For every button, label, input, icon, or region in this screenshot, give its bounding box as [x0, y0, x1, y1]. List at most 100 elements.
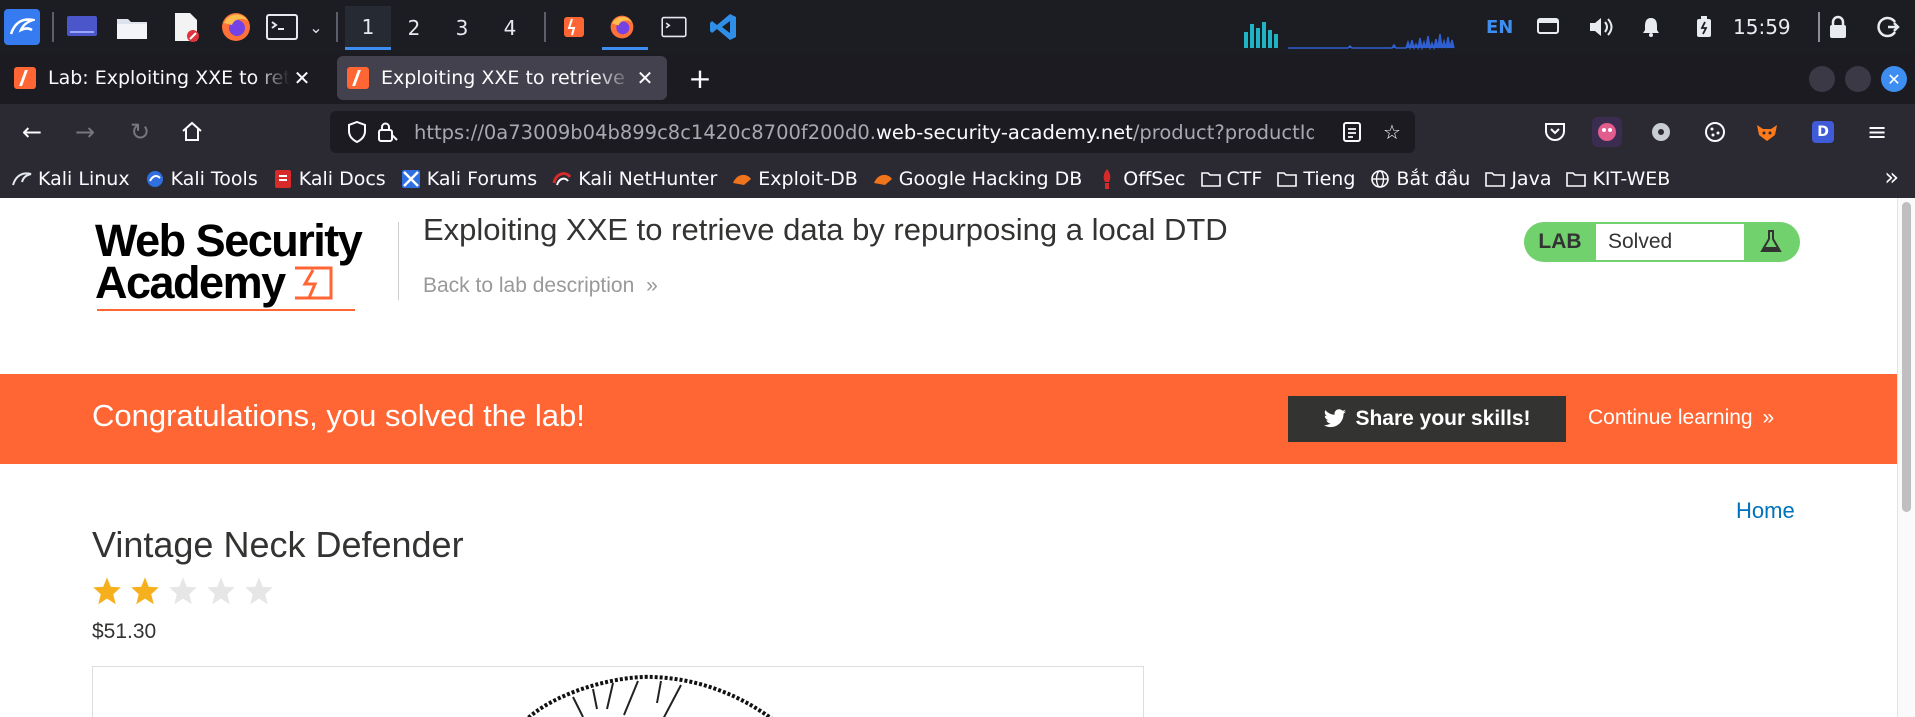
- bookmark-offsec[interactable]: OffSec: [1097, 168, 1186, 190]
- logout-icon[interactable]: [1876, 9, 1900, 45]
- cpu-graph: [1242, 18, 1282, 48]
- tab-lab-description[interactable]: Lab: Exploiting XXE to retrieve data by …: [4, 56, 324, 100]
- folder-icon: [114, 9, 150, 45]
- lab-status-text: Solved: [1596, 224, 1744, 260]
- bookmark-b-t-u[interactable]: Bắt đầu: [1370, 168, 1470, 190]
- text-editor-button[interactable]: [168, 9, 204, 45]
- pocket-icon[interactable]: [1540, 117, 1570, 147]
- bookmarks-overflow-icon[interactable]: »: [1884, 163, 1899, 191]
- keyboard-layout-indicator[interactable]: EN: [1486, 9, 1513, 45]
- url-domain: web-security-academy.net: [875, 120, 1133, 144]
- taskbar-firefox-window[interactable]: [604, 9, 640, 45]
- tab-product-page[interactable]: Exploiting XXE to retrieve data by repur…: [337, 56, 667, 100]
- reader-view-icon[interactable]: [1337, 117, 1367, 147]
- bookmark-kali-nethunter[interactable]: Kali NetHunter: [552, 168, 717, 190]
- extension-d-icon[interactable]: D: [1808, 117, 1838, 147]
- display-settings-icon[interactable]: [1536, 9, 1560, 45]
- site-lock-icon[interactable]: [372, 117, 402, 147]
- show-desktop-button[interactable]: [64, 9, 100, 45]
- bookmark-kali-docs[interactable]: Kali Docs: [273, 168, 386, 190]
- bookmark-label: Kali Docs: [298, 168, 386, 190]
- extension-hacktools-icon[interactable]: [1592, 117, 1622, 147]
- tracking-protection-shield-icon[interactable]: [342, 117, 372, 147]
- reload-button[interactable]: ↻: [122, 114, 158, 150]
- volume-icon[interactable]: [1588, 9, 1614, 45]
- workspace-1[interactable]: 1: [345, 6, 391, 50]
- offsec-icon: [1097, 169, 1117, 189]
- star-empty-icon: [245, 577, 273, 605]
- bookmark-kit-web[interactable]: KIT-WEB: [1566, 168, 1670, 190]
- forward-button[interactable]: →: [67, 114, 103, 150]
- bookmarks-toolbar: Kali Linux Kali Tools Kali Docs Kali Forums…: [0, 160, 1915, 198]
- continue-learning-link[interactable]: Continue learning »: [1588, 406, 1774, 430]
- double-chevron-right-icon: »: [646, 274, 658, 297]
- burp-icon: [556, 9, 592, 45]
- cookie-editor-icon[interactable]: [1700, 117, 1730, 147]
- bookmark-kali-forums[interactable]: Kali Forums: [401, 168, 537, 190]
- globe-icon: [1370, 169, 1390, 189]
- bookmark-label: CTF: [1226, 168, 1263, 190]
- page-scrollbar[interactable]: [1897, 198, 1915, 717]
- header-divider: [398, 222, 399, 300]
- bookmark-tieng[interactable]: Tieng: [1277, 168, 1355, 190]
- chevron-down-icon[interactable]: ⌄: [306, 9, 326, 45]
- bookmark-kali-linux[interactable]: Kali Linux: [12, 168, 130, 190]
- bookmark-google-hacking-db[interactable]: Google Hacking DB: [873, 168, 1082, 190]
- lab-status-widget: LAB Solved: [1524, 222, 1800, 262]
- logo-text-line1: Web Security: [95, 215, 363, 266]
- bookmark-java[interactable]: Java: [1485, 168, 1551, 190]
- taskbar-burp-window[interactable]: [556, 9, 592, 45]
- lock-screen-icon[interactable]: [1827, 9, 1849, 45]
- home-link[interactable]: Home: [1736, 498, 1795, 524]
- scrollbar-thumb[interactable]: [1902, 202, 1911, 512]
- battery-icon[interactable]: [1696, 9, 1712, 45]
- window-controls: ✕: [1809, 66, 1907, 92]
- star-filled-icon: [131, 577, 159, 605]
- close-tab-icon[interactable]: ✕: [290, 66, 314, 90]
- panel-clock[interactable]: 15:59: [1733, 9, 1791, 45]
- address-bar[interactable]: https://0a73009b04b899c8c1420c8700f200d0…: [330, 111, 1415, 153]
- bookmark-label: Bắt đầu: [1396, 168, 1471, 190]
- workspace-4[interactable]: 4: [487, 6, 533, 50]
- bookmark-kali-tools[interactable]: Kali Tools: [145, 168, 258, 190]
- exploit-db-icon: [732, 169, 752, 189]
- foxyproxy-icon[interactable]: [1752, 117, 1782, 147]
- taskbar-terminal-window[interactable]: [656, 9, 692, 45]
- minimize-button[interactable]: [1809, 66, 1835, 92]
- workspace-3[interactable]: 3: [439, 6, 485, 50]
- new-tab-button[interactable]: +: [685, 58, 715, 98]
- star-filled-icon: [93, 577, 121, 605]
- text-editor-icon: [168, 9, 204, 45]
- back-to-lab-description-link[interactable]: Back to lab description »: [423, 274, 658, 298]
- extension-settings-icon[interactable]: [1646, 117, 1676, 147]
- file-manager-button[interactable]: [114, 9, 150, 45]
- congratulations-message: Congratulations, you solved the lab!: [92, 398, 585, 433]
- workspace-2[interactable]: 2: [391, 6, 437, 50]
- bookmark-label: KIT-WEB: [1592, 168, 1671, 190]
- firefox-launcher[interactable]: [218, 9, 254, 45]
- close-tab-icon[interactable]: ✕: [633, 66, 657, 90]
- share-skills-button[interactable]: Share your skills!: [1288, 396, 1566, 442]
- lab-tag: LAB: [1538, 230, 1582, 253]
- url-text[interactable]: https://0a73009b04b899c8c1420c8700f200d0…: [414, 121, 1314, 144]
- vscode-icon: [706, 9, 742, 45]
- web-security-academy-logo[interactable]: Web Security Academy: [95, 215, 395, 311]
- notification-bell-icon[interactable]: [1640, 9, 1662, 45]
- bookmark-exploit-db[interactable]: Exploit-DB: [732, 168, 858, 190]
- kali-menu-button[interactable]: [4, 9, 40, 45]
- terminal-launcher[interactable]: [264, 9, 300, 45]
- maximize-button[interactable]: [1845, 66, 1871, 92]
- bookmark-ctf[interactable]: CTF: [1200, 168, 1263, 190]
- bookmark-star-icon[interactable]: ☆: [1377, 117, 1407, 147]
- bookmark-label: Tieng: [1303, 168, 1356, 190]
- web-security-academy-favicon: [347, 67, 369, 89]
- home-button[interactable]: [174, 114, 210, 150]
- taskbar-vscode-window[interactable]: [706, 9, 742, 45]
- product-title: Vintage Neck Defender: [92, 524, 464, 565]
- close-window-button[interactable]: ✕: [1881, 66, 1907, 92]
- back-button[interactable]: ←: [14, 114, 50, 150]
- arrow-right-icon: →: [74, 118, 96, 146]
- browser-tab-bar: Lab: Exploiting XXE to retrieve data by …: [0, 54, 1915, 104]
- hamburger-menu-icon[interactable]: ≡: [1862, 117, 1892, 147]
- product-rating: [92, 576, 274, 605]
